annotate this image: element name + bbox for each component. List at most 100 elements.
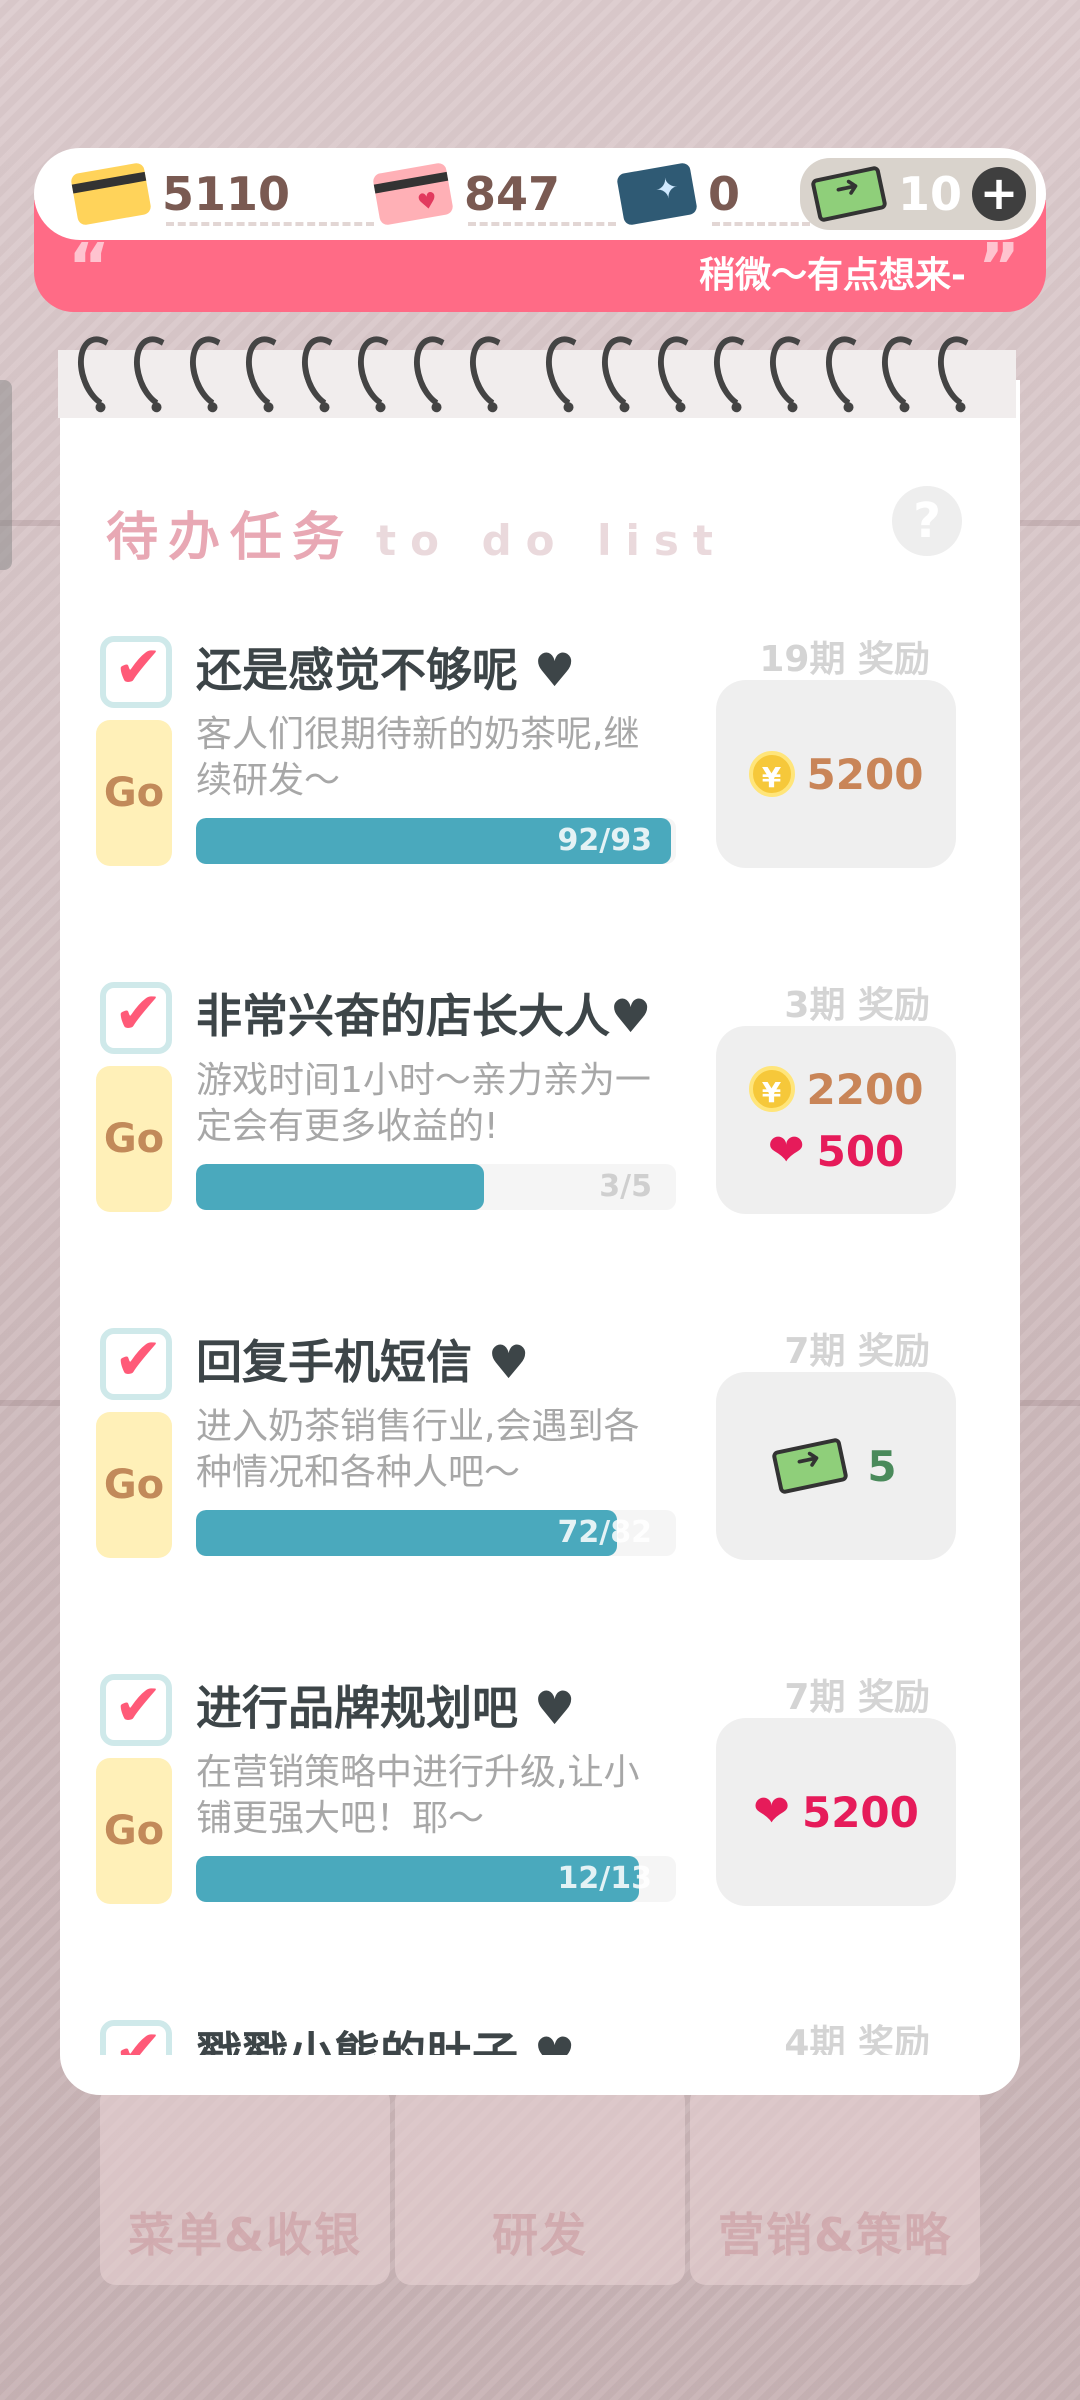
ring-icon	[460, 329, 532, 417]
task-progress-bar: 92/93	[196, 818, 676, 864]
checkmark-icon: ✔	[114, 979, 163, 1047]
ring-icon	[872, 329, 944, 417]
heart-icon: ❤	[767, 1125, 805, 1176]
task-checkbox[interactable]: ✔	[100, 1674, 172, 1746]
pink-value: 847	[464, 167, 561, 221]
pink-card-icon: ♥	[372, 161, 454, 227]
blue-ticket-icon: ✦	[616, 161, 698, 227]
checkmark-icon: ✔	[114, 1325, 163, 1393]
ring-icon	[760, 329, 832, 417]
task-list[interactable]: ✔ Go 还是感觉不够呢 ♥ 客人们很期待新的奶茶呢,继续研发～ 92/93 1…	[60, 580, 1020, 2055]
coin-icon: ¥	[748, 751, 795, 797]
bottom-tabs: 菜单&收银 研发 营销&策略	[0, 2085, 1080, 2400]
notebook-rings	[68, 329, 1000, 417]
task-title: 进行品牌规划吧 ♥	[196, 1681, 576, 1735]
reward-box[interactable]: ❤ 5200	[716, 1718, 956, 1906]
go-button[interactable]: Go	[96, 720, 172, 866]
panel-title: 待办任务 to do list	[106, 495, 727, 570]
checkmark-icon: ✔	[114, 633, 163, 701]
tab-label: 菜单&收银	[127, 2208, 363, 2262]
reward-box[interactable]: ¥ 2200 ❤ 500	[716, 1026, 956, 1214]
progress-text: 3/5	[599, 1169, 652, 1204]
task-item: ✔ Go 非常兴奋的店长大人♥ 游戏时间1小时～亲力亲为一定会有更多收益的! 3…	[60, 926, 1020, 1226]
panel-title-cn: 待办任务	[106, 508, 355, 568]
reward-box[interactable]: 5	[716, 1372, 956, 1560]
task-title: 还是感觉不够呢 ♥	[196, 643, 576, 697]
motto-text: 稍微～有点想来-	[699, 255, 966, 296]
ring-icon	[928, 329, 1000, 417]
help-button[interactable]: ?	[892, 486, 962, 556]
reward-period: 7期 奖励	[784, 1677, 930, 1718]
tab-label: 研发	[492, 2208, 588, 2262]
ring-icon	[648, 329, 720, 417]
task-progress-bar: 12/13	[196, 1856, 676, 1902]
task-checkbox[interactable]: ✔	[100, 982, 172, 1054]
blue-ticket-value: 0	[708, 167, 741, 221]
green-ticket-icon	[810, 165, 888, 223]
green-ticket-icon	[771, 1437, 850, 1495]
task-item: ✔ Go 回复手机短信 ♥ 进入奶茶销售行业,会遇到各种情况和各种人吧～ 72/…	[60, 1272, 1020, 1572]
ring-icon	[68, 329, 140, 417]
tab-marketing[interactable]: 营销&策略	[690, 2085, 980, 2285]
ring-icon	[124, 329, 196, 417]
progress-text: 92/93	[557, 823, 652, 858]
divider	[468, 222, 616, 226]
reward-value: 500	[816, 1126, 905, 1176]
left-side-tab[interactable]	[0, 380, 12, 570]
ring-icon	[536, 329, 608, 417]
task-description: 在营销策略中进行升级,让小铺更强大吧！耶～	[196, 1752, 640, 1839]
task-progress-bar: 3/5	[196, 1164, 676, 1210]
checkmark-icon: ✔	[114, 1671, 163, 1739]
heart-icon: ❤	[753, 1786, 790, 1837]
ring-icon	[348, 329, 420, 417]
currency-gold[interactable]: 5110	[70, 148, 374, 240]
currency-green-ticket[interactable]: 10 +	[800, 158, 1036, 230]
close-quote-icon: ”	[977, 231, 1020, 305]
tab-research[interactable]: 研发	[395, 2085, 685, 2285]
task-description: 游戏时间1小时～亲力亲为一定会有更多收益的!	[196, 1060, 651, 1147]
currency-bar: 5110 ♥ 847 ✦ 0 10 +	[34, 148, 1046, 240]
ring-icon	[292, 329, 364, 417]
progress-text: 72/82	[557, 1515, 652, 1550]
gold-value: 5110	[162, 167, 291, 221]
ring-icon	[404, 329, 476, 417]
task-description: 客人们很期待新的奶茶呢,继续研发～	[196, 714, 640, 801]
task-item: ✔ 戳戳小熊的肚子 ♥ 4期 奖励	[60, 1964, 1020, 2055]
reward-box[interactable]: ¥ 5200	[716, 680, 956, 868]
task-item: ✔ Go 进行品牌规划吧 ♥ 在营销策略中进行升级,让小铺更强大吧！耶～ 12/…	[60, 1618, 1020, 1918]
task-title: 戳戳小熊的肚子 ♥	[196, 2027, 576, 2055]
ring-icon	[704, 329, 776, 417]
go-button[interactable]: Go	[96, 1412, 172, 1558]
currency-blue-ticket[interactable]: ✦ 0	[616, 148, 810, 240]
progress-text: 12/13	[557, 1861, 652, 1896]
open-quote-icon: “	[68, 231, 111, 305]
task-checkbox[interactable]: ✔	[100, 1328, 172, 1400]
tab-menu-cashier[interactable]: 菜单&收银	[100, 2085, 390, 2285]
reward-period: 4期 奖励	[784, 2023, 930, 2055]
add-ticket-button[interactable]: +	[972, 167, 1027, 221]
task-title: 回复手机短信 ♥	[196, 1335, 530, 1389]
task-title: 非常兴奋的店长大人♥	[196, 989, 652, 1043]
reward-period: 3期 奖励	[784, 985, 930, 1026]
reward-value: 5200	[801, 1787, 919, 1837]
divider	[166, 222, 374, 226]
divider	[712, 222, 810, 226]
coin-icon: ¥	[748, 1066, 795, 1112]
ring-icon	[236, 329, 308, 417]
ring-icon	[180, 329, 252, 417]
go-button[interactable]: Go	[96, 1066, 172, 1212]
ring-icon	[592, 329, 664, 417]
task-checkbox[interactable]: ✔	[100, 2020, 172, 2055]
reward-value: 5200	[806, 749, 924, 799]
tab-label: 营销&策略	[717, 2208, 953, 2262]
task-description: 进入奶茶销售行业,会遇到各种情况和各种人吧～	[196, 1406, 640, 1493]
progress-fill	[196, 1510, 618, 1556]
task-item: ✔ Go 还是感觉不够呢 ♥ 客人们很期待新的奶茶呢,继续研发～ 92/93 1…	[60, 580, 1020, 880]
reward-period: 19期 奖励	[759, 639, 930, 680]
ring-icon	[816, 329, 888, 417]
task-checkbox[interactable]: ✔	[100, 636, 172, 708]
currency-pink[interactable]: ♥ 847	[372, 148, 616, 240]
task-progress-bar: 72/82	[196, 1510, 676, 1556]
go-button[interactable]: Go	[96, 1758, 172, 1904]
reward-period: 7期 奖励	[784, 1331, 930, 1372]
